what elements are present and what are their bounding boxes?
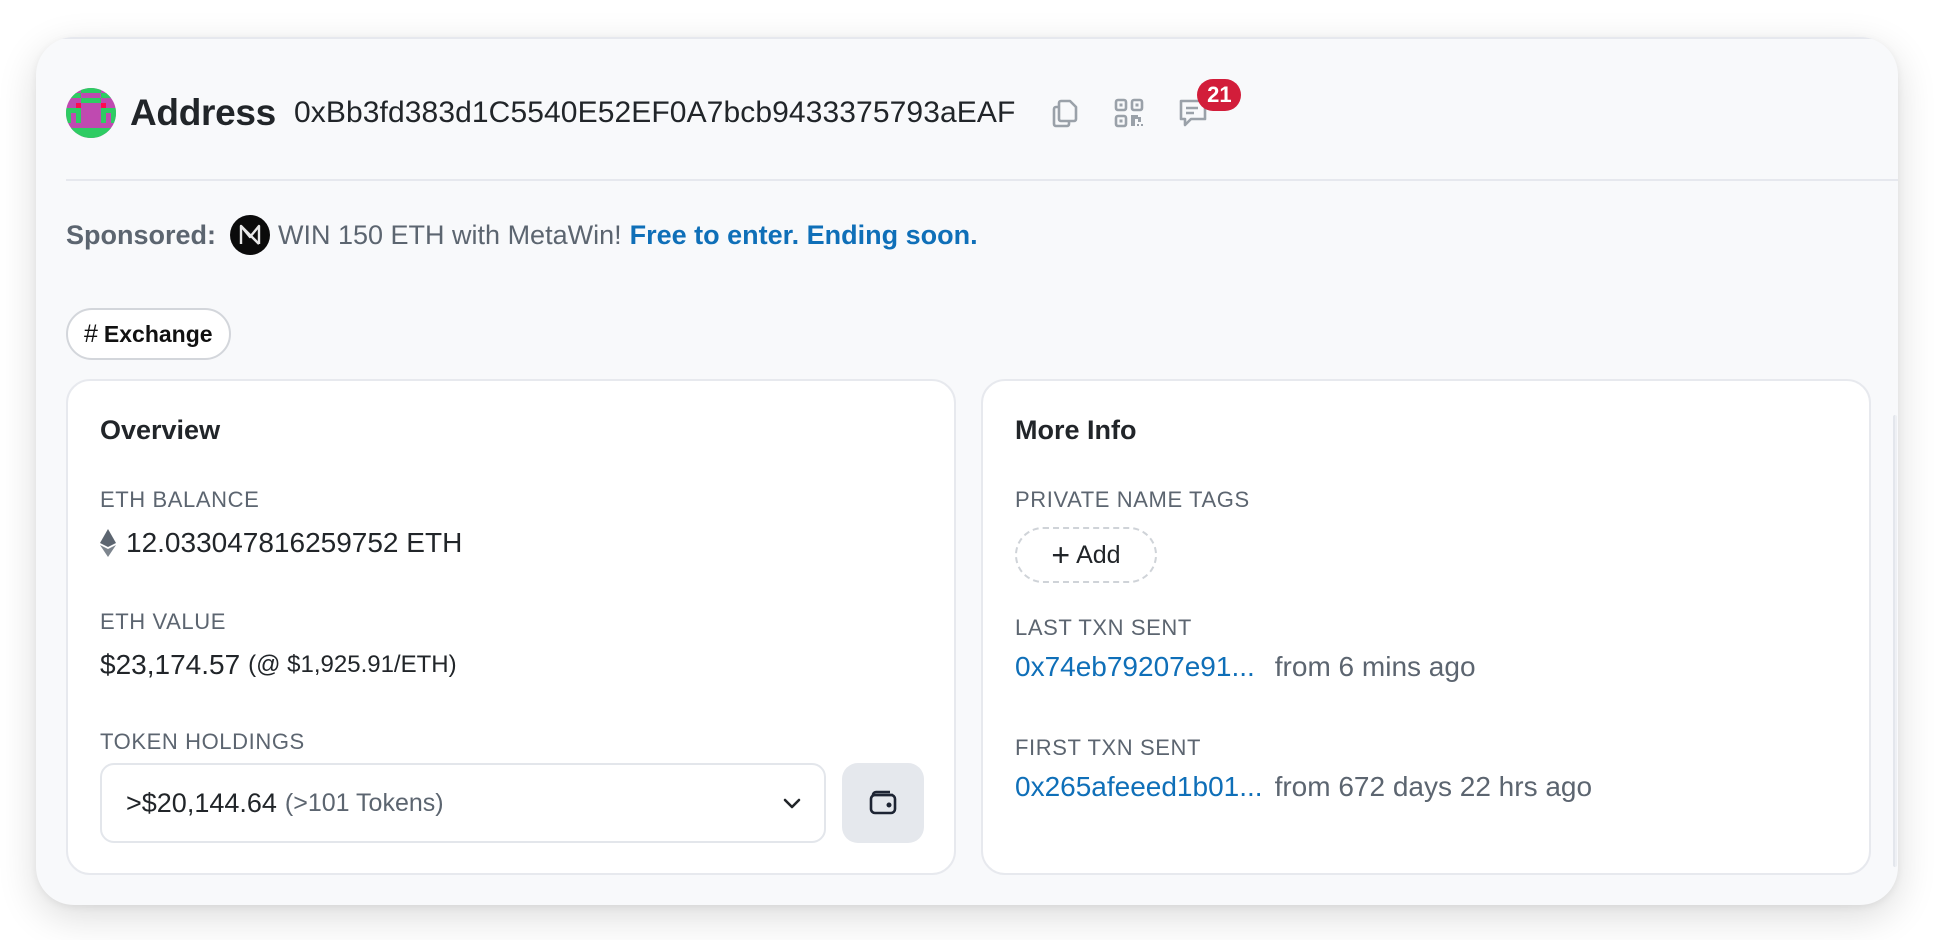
token-holdings-label: TOKEN HOLDINGS [100,729,305,754]
hash-icon: # [84,319,98,348]
token-holdings-count: (>101 Tokens) [284,788,444,817]
qr-code-icon [1115,98,1144,128]
tag-label: Exchange [103,320,213,347]
eth-balance-label: ETH BALANCE [100,487,260,512]
overview-card: Overview ETH BALANCE 12.033047816259752 … [66,379,956,875]
eth-value-row: $23,174.57 (@ $1,925.91/ETH) [100,649,457,681]
chevron-down-icon [783,798,801,809]
sponsored-link[interactable]: Free to enter. Ending soon. [630,220,978,251]
more-info-title: More Info [1015,415,1137,445]
last-txn-hash-link[interactable]: 0x74eb79207e91... [1015,651,1255,683]
copy-address-button[interactable] [1047,95,1083,131]
header-actions: 21 [1047,79,1242,131]
address-page-frame: Address 0xBb3fd383d1C5540E52EF0A7bcb9433… [36,37,1898,905]
add-private-tag-button[interactable]: + Add [1015,527,1157,583]
address-hash[interactable]: 0xBb3fd383d1C5540E52EF0A7bcb9433375793aE… [294,96,1015,130]
eth-value-label: ETH VALUE [100,609,227,634]
address-header: Address 0xBb3fd383d1C5540E52EF0A7bcb9433… [66,79,1242,143]
sponsored-text: WIN 150 ETH with MetaWin! [278,219,622,250]
address-avatar-icon [66,88,116,138]
ethereum-icon [100,529,116,557]
token-wallet-button[interactable] [842,763,924,843]
token-holdings-amount: >$20,144.64 [126,787,277,818]
wallet-icon [869,790,897,815]
qr-code-button[interactable] [1111,95,1147,131]
eth-balance-value: 12.033047816259752 ETH [126,527,463,558]
header-divider [66,179,1898,181]
sponsored-label: Sponsored: [66,219,217,250]
first-txn-time: from 672 days 22 hrs ago [1274,771,1593,802]
overview-title: Overview [100,415,221,445]
next-card-edge [1893,415,1897,867]
add-label: Add [1076,540,1121,569]
comments-button[interactable]: 21 [1175,79,1242,131]
first-txn-label: FIRST TXN SENT [1015,735,1202,760]
plus-icon: + [1051,537,1071,573]
more-info-card: More Info PRIVATE NAME TAGS + Add LAST T… [981,379,1871,875]
metawin-logo-icon [230,215,271,255]
first-txn-hash-link[interactable]: 0x265afeeed1b01... [1015,771,1263,803]
private-name-tags-label: PRIVATE NAME TAGS [1015,487,1250,512]
copy-icon [1053,99,1078,128]
first-txn-row: 0x265afeeed1b01... from 672 days 22 hrs … [1015,771,1592,803]
sponsored-banner: Sponsored: WIN 150 ETH with MetaWin! Fre… [66,215,978,255]
tag-exchange[interactable]: # Exchange [66,308,231,360]
eth-balance-row: 12.033047816259752 ETH [100,527,462,559]
token-holdings-dropdown[interactable]: >$20,144.64 (>101 Tokens) [100,763,826,843]
last-txn-row: 0x74eb79207e91... from 6 mins ago [1015,651,1476,683]
page-title: Address [130,92,276,133]
last-txn-time: from 6 mins ago [1274,651,1476,682]
comment-count-badge: 21 [1197,79,1242,111]
eth-value-amount: $23,174.57 [100,649,241,680]
top-border [36,37,1898,39]
eth-price: (@ $1,925.91/ETH) [248,651,457,678]
last-txn-label: LAST TXN SENT [1015,615,1192,640]
